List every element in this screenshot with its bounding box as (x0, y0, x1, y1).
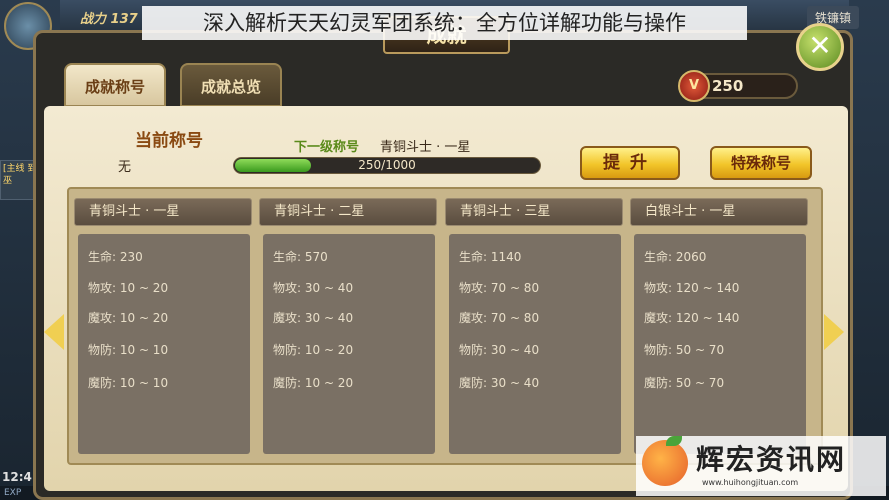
prev-page-arrow-icon[interactable] (44, 314, 64, 350)
title-card-name: 青铜斗士 · 一星 (74, 198, 252, 226)
next-page-arrow-icon[interactable] (824, 314, 844, 350)
stat-line: 魔攻: 30 ~ 40 (273, 311, 354, 325)
tab-achievement-overview[interactable]: 成就总览 (180, 63, 282, 107)
special-title-button[interactable]: 特殊称号 (710, 146, 812, 180)
title-card-name: 白银斗士 · 一星 (630, 198, 808, 226)
stat-line: 魔防: 10 ~ 20 (273, 376, 354, 390)
title-card-name: 青铜斗士 · 三星 (445, 198, 623, 226)
stat-line: 魔攻: 70 ~ 80 (459, 311, 540, 325)
stat-line: 物防: 10 ~ 10 (88, 343, 169, 357)
article-caption: 深入解析天天幻灵军团系统：全方位详解功能与操作 (142, 6, 747, 40)
upgrade-button[interactable]: 提升 (580, 146, 680, 180)
title-card[interactable]: 青铜斗士 · 二星生命: 570 物攻: 30 ~ 40 魔攻: 30 ~ 40 物防… (259, 198, 437, 454)
stat-line: 魔攻: 120 ~ 140 (644, 311, 740, 325)
stat-line: 物攻: 70 ~ 80 (459, 281, 540, 295)
title-card[interactable]: 青铜斗士 · 三星生命: 1140 物攻: 70 ~ 80 魔攻: 70 ~ 80 物… (445, 198, 623, 454)
watermark-text: 辉宏资讯网 (696, 443, 847, 476)
title-card-stats: 生命: 1140 物攻: 70 ~ 80 魔攻: 70 ~ 80 物防: 30 ~ 4… (449, 234, 621, 454)
points-value: 250 (712, 77, 744, 95)
stat-line: 魔防: 10 ~ 10 (88, 376, 169, 390)
stat-line: 物防: 10 ~ 20 (273, 343, 354, 357)
progress-text: 250/1000 (358, 158, 416, 172)
stat-line: 物攻: 30 ~ 40 (273, 281, 354, 295)
right-hud (849, 0, 889, 500)
achievement-points: V 250 (678, 70, 798, 102)
current-title-label: 当前称号 (135, 131, 203, 151)
stat-line: 物防: 50 ~ 70 (644, 343, 725, 357)
next-title-value: 青铜斗士 · 一星 (380, 140, 471, 155)
stat-line: 生命: 2060 (644, 250, 707, 264)
exp-label: EXP (4, 488, 22, 498)
achievement-badge-icon: V (678, 70, 710, 102)
site-watermark: 辉宏资讯网 www.huihongjituan.com (636, 436, 886, 496)
title-card-stats: 生命: 570 物攻: 30 ~ 40 魔攻: 30 ~ 40 物防: 10 ~ 20… (263, 234, 435, 454)
close-button[interactable]: ✕ (796, 23, 844, 71)
stat-line: 魔防: 50 ~ 70 (644, 376, 725, 390)
progress-bar: 250/1000 (233, 157, 541, 174)
title-card-stats: 生命: 230 物攻: 10 ~ 20 魔攻: 10 ~ 20 物防: 10 ~ 10… (78, 234, 250, 454)
stat-line: 物防: 30 ~ 40 (459, 343, 540, 357)
stat-line: 生命: 570 (273, 250, 328, 264)
stat-line: 物攻: 10 ~ 20 (88, 281, 169, 295)
title-card-stats: 生命: 2060 物攻: 120 ~ 140 魔攻: 120 ~ 140 物防: 50… (634, 234, 806, 454)
clock: 12:4 (2, 470, 32, 484)
close-icon: ✕ (808, 29, 832, 62)
tab-achievement-titles[interactable]: 成就称号 (64, 63, 166, 107)
watermark-url: www.huihongjituan.com (702, 478, 799, 487)
title-card[interactable]: 青铜斗士 · 一星生命: 230 物攻: 10 ~ 20 魔攻: 10 ~ 20 物防… (74, 198, 252, 454)
stat-line: 生命: 230 (88, 250, 143, 264)
next-title-label: 下一级称号 (294, 140, 360, 155)
stat-line: 生命: 1140 (459, 250, 522, 264)
power-label: 战力 137 (80, 12, 138, 27)
title-card-name: 青铜斗士 · 二星 (259, 198, 437, 226)
title-card[interactable]: 白银斗士 · 一星生命: 2060 物攻: 120 ~ 140 魔攻: 120 ~ … (630, 198, 808, 454)
watermark-logo-icon (642, 440, 688, 486)
stat-line: 魔攻: 10 ~ 20 (88, 311, 169, 325)
stat-line: 物攻: 120 ~ 140 (644, 281, 740, 295)
current-title-value: 无 (118, 160, 132, 175)
stat-line: 魔防: 30 ~ 40 (459, 376, 540, 390)
